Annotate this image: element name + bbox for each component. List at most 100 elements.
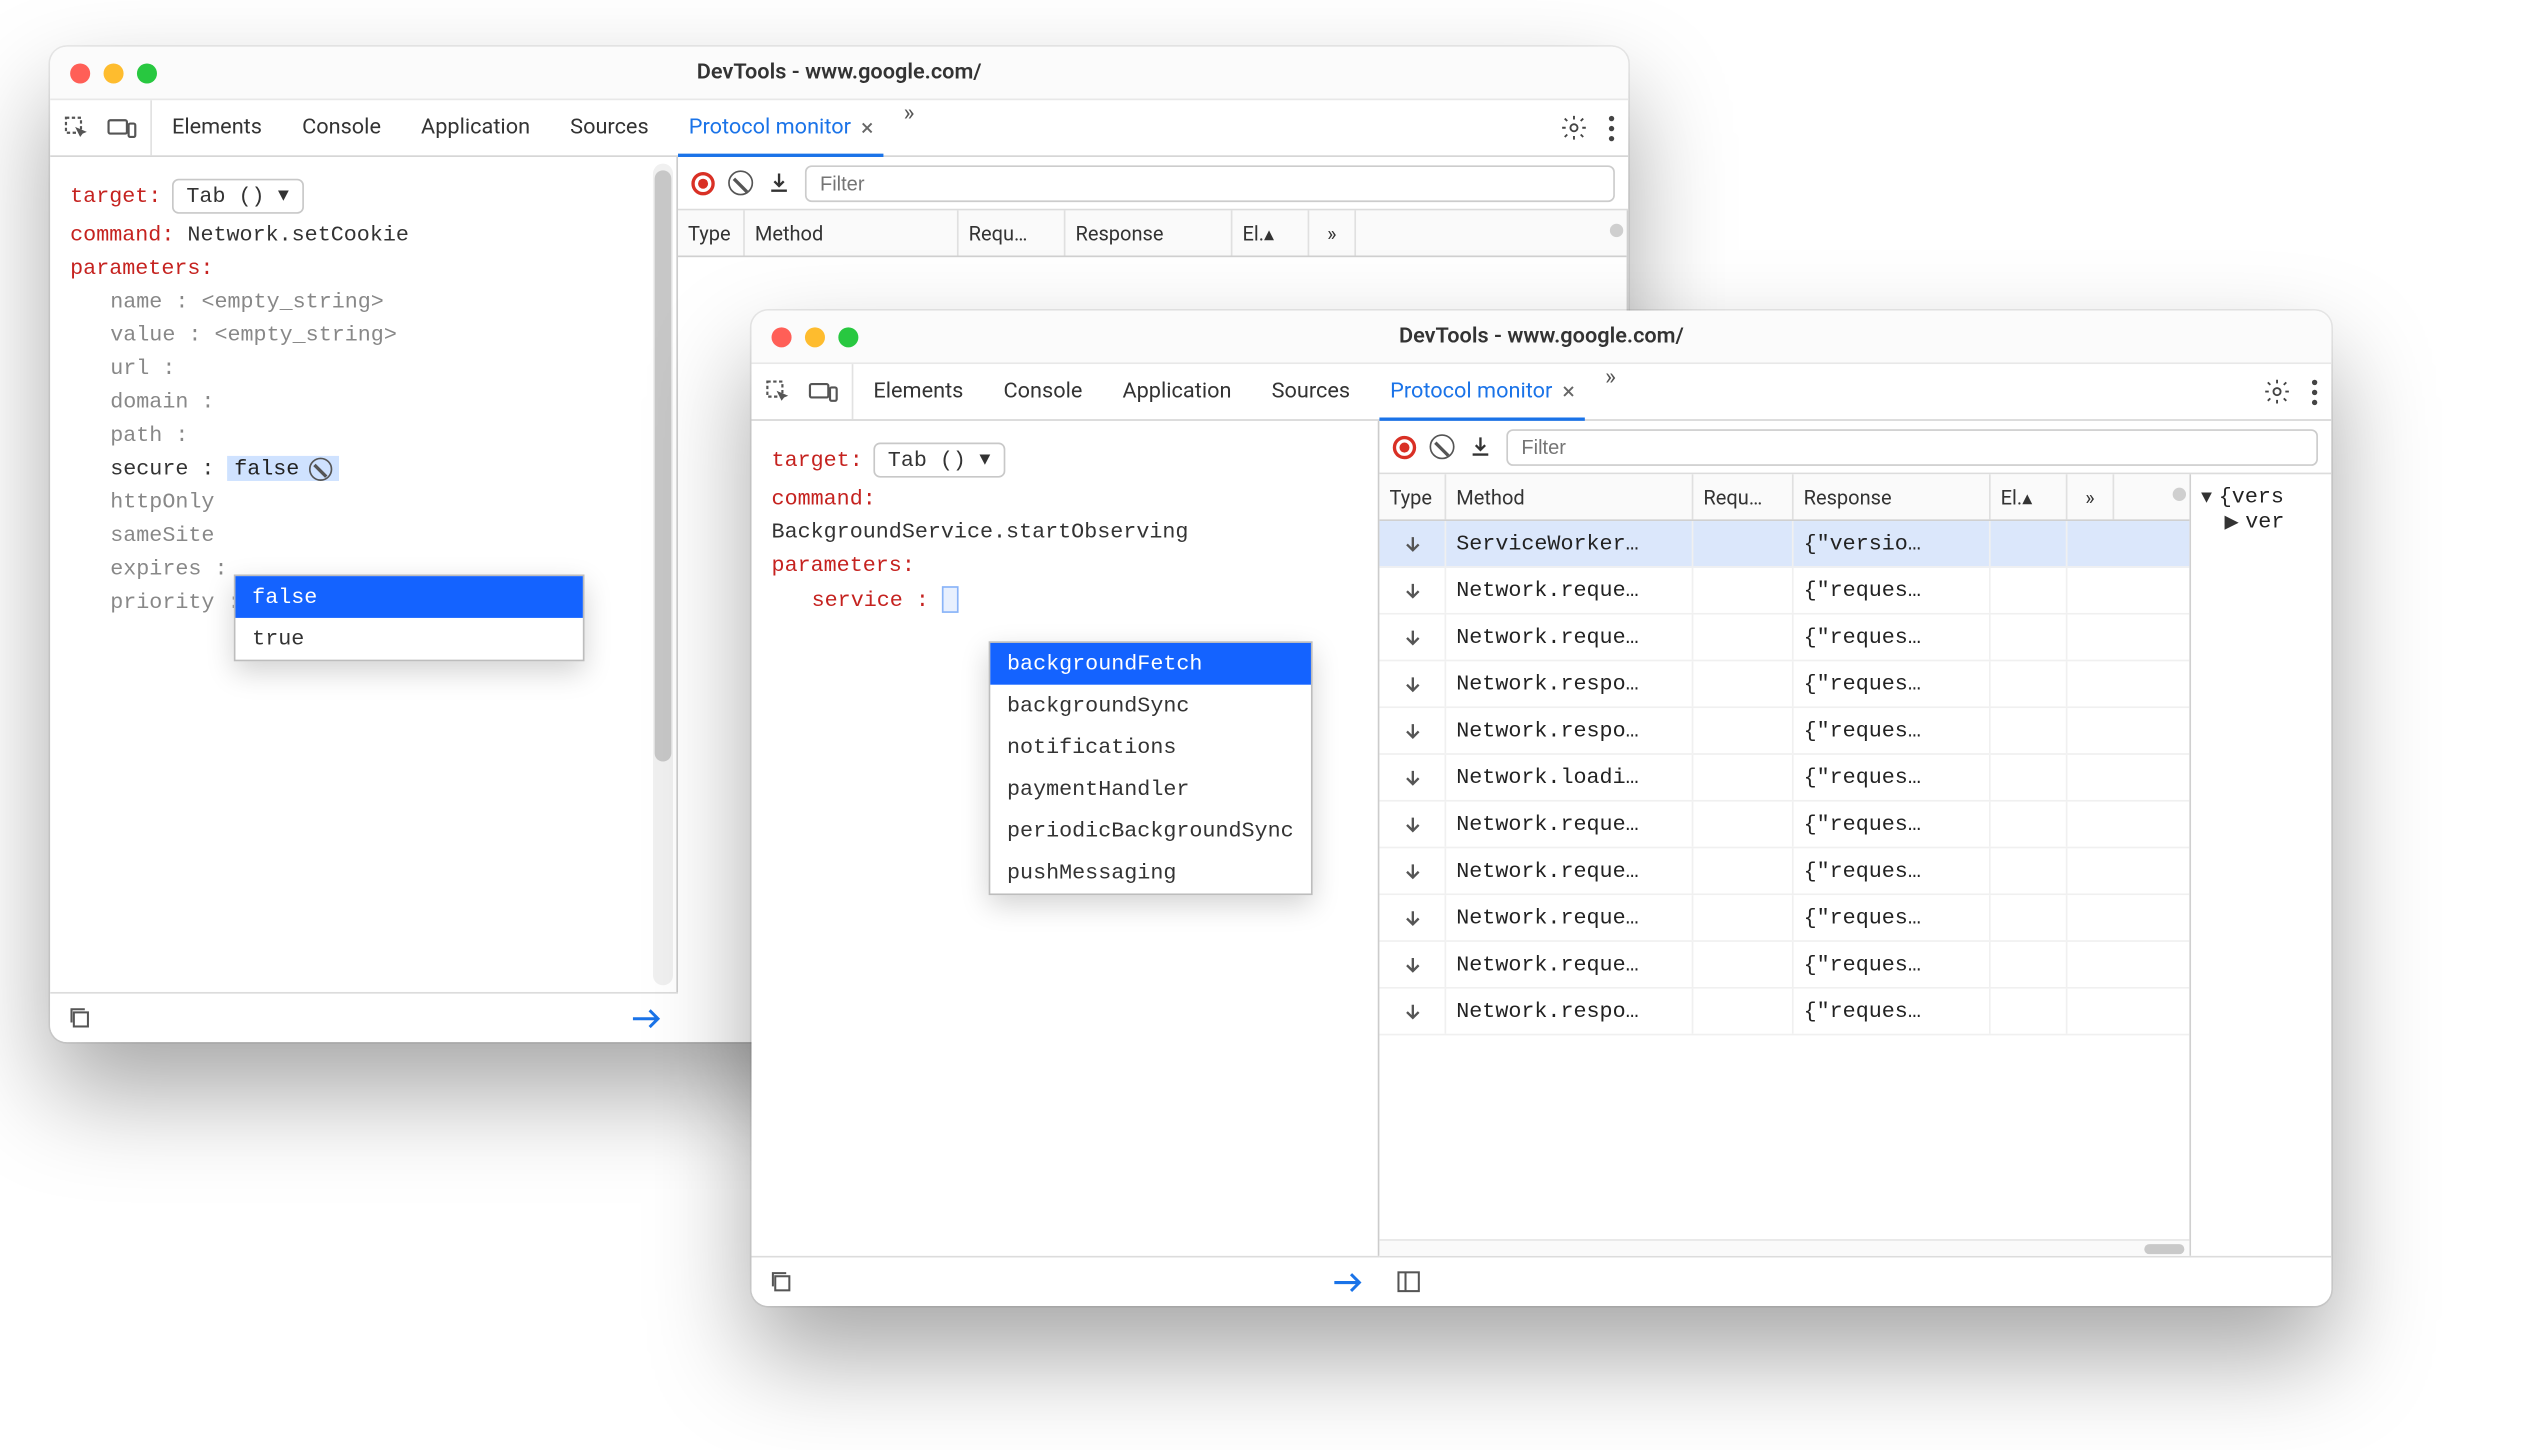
dropdown-option[interactable]: backgroundFetch (990, 643, 1310, 685)
table-row[interactable]: Network.reque…{"reques… (1379, 895, 2189, 942)
param-name[interactable]: name : <empty_string> (110, 289, 384, 314)
clear-button[interactable] (1430, 434, 1455, 459)
col-request[interactable]: Requ… (1693, 474, 1793, 519)
settings-icon[interactable] (2263, 377, 2291, 405)
param-service-input[interactable] (942, 586, 959, 613)
clear-button[interactable] (728, 170, 753, 195)
more-columns-button[interactable]: » (2067, 474, 2114, 519)
inspect-icon[interactable] (765, 378, 792, 405)
settings-icon[interactable] (1560, 114, 1588, 142)
dropdown-option[interactable]: false (235, 576, 582, 618)
col-elapsed[interactable]: El.▴ (1232, 210, 1309, 255)
clear-value-icon[interactable] (309, 457, 332, 480)
target-select[interactable]: Tab () ▼ (171, 179, 304, 214)
tab-sources[interactable]: Sources (1252, 364, 1371, 419)
dropdown-option[interactable]: notifications (990, 726, 1310, 768)
table-row[interactable]: Network.reque…{"reques… (1379, 848, 2189, 895)
tab-elements[interactable]: Elements (152, 100, 282, 155)
command-value[interactable]: Network.setCookie (187, 222, 408, 247)
cell-request (1693, 802, 1793, 847)
tree-child[interactable]: ▶ver (2201, 509, 2321, 534)
copy-icon[interactable] (67, 1005, 92, 1030)
device-mode-icon[interactable] (107, 116, 137, 139)
filter-input[interactable] (1506, 428, 2318, 465)
param-httponly[interactable]: httpOnly (110, 489, 214, 514)
col-type[interactable]: Type (678, 210, 745, 255)
copy-icon[interactable] (768, 1269, 793, 1294)
inspect-icon[interactable] (63, 114, 90, 141)
horizontal-scrollbar[interactable] (1379, 1239, 2189, 1256)
col-method[interactable]: Method (1446, 474, 1693, 519)
tab-protocol-monitor[interactable]: Protocol monitor × (669, 100, 894, 155)
send-icon[interactable] (631, 1005, 661, 1032)
tab-sources[interactable]: Sources (550, 100, 669, 155)
param-path[interactable]: path : (110, 423, 188, 448)
table-row[interactable]: Network.loadi…{"reques… (1379, 755, 2189, 802)
toggle-side-panel-icon[interactable] (1396, 1269, 1421, 1294)
command-value[interactable]: BackgroundService.startObserving (772, 519, 1189, 544)
param-priority[interactable]: priority : (110, 590, 240, 615)
dropdown-option[interactable]: pushMessaging (990, 852, 1310, 894)
col-response[interactable]: Response (1794, 474, 1991, 519)
param-domain[interactable]: domain : (110, 389, 214, 414)
save-icon[interactable] (1468, 434, 1493, 459)
tab-protocol-monitor[interactable]: Protocol monitor × (1370, 364, 1595, 419)
device-mode-icon[interactable] (808, 380, 838, 403)
close-window-button[interactable] (772, 326, 792, 346)
col-request[interactable]: Requ… (959, 210, 1066, 255)
tab-elements[interactable]: Elements (853, 364, 983, 419)
kebab-menu-icon[interactable] (1608, 114, 1615, 141)
table-row[interactable]: Network.reque…{"reques… (1379, 615, 2189, 662)
param-value[interactable]: value : <empty_string> (110, 322, 397, 347)
zoom-window-button[interactable] (838, 326, 858, 346)
log-table-header: Type Method Requ… Response El.▴ » (678, 210, 1627, 257)
table-row[interactable]: Network.respo…{"reques… (1379, 661, 2189, 708)
close-tab-icon[interactable]: × (861, 114, 873, 141)
cell-response: {"versio… (1794, 521, 1991, 566)
col-elapsed[interactable]: El.▴ (1991, 474, 2068, 519)
table-row[interactable]: Network.reque…{"reques… (1379, 802, 2189, 849)
dropdown-option[interactable]: paymentHandler (990, 768, 1310, 810)
filter-input[interactable] (805, 164, 1615, 201)
table-row[interactable]: ServiceWorker…{"versio… (1379, 521, 2189, 568)
col-type[interactable]: Type (1379, 474, 1446, 519)
minimize-window-button[interactable] (104, 63, 124, 83)
dropdown-option[interactable]: true (235, 618, 582, 660)
cell-method: Network.reque… (1446, 848, 1693, 893)
param-secure[interactable]: secure : false (70, 456, 660, 481)
scrollbar[interactable] (653, 164, 673, 986)
close-tab-icon[interactable]: × (1562, 378, 1574, 405)
table-row[interactable]: Network.respo…{"reques… (1379, 708, 2189, 755)
param-service[interactable]: service : (772, 586, 1362, 613)
close-window-button[interactable] (70, 63, 90, 83)
scrollbar-thumb[interactable] (655, 170, 672, 762)
scrollbar-thumb[interactable] (2144, 1244, 2184, 1254)
col-method[interactable]: Method (745, 210, 959, 255)
save-icon[interactable] (767, 170, 792, 195)
dropdown-option[interactable]: backgroundSync (990, 685, 1310, 727)
more-tabs-button[interactable]: » (1595, 364, 1626, 419)
param-url[interactable]: url : (110, 356, 175, 381)
kebab-menu-icon[interactable] (2311, 378, 2318, 405)
col-response[interactable]: Response (1065, 210, 1232, 255)
param-expires[interactable]: expires : (110, 556, 227, 581)
tab-console[interactable]: Console (282, 100, 401, 155)
param-secure-value[interactable]: false (228, 456, 340, 481)
tab-application[interactable]: Application (401, 100, 550, 155)
zoom-window-button[interactable] (137, 63, 157, 83)
minimize-window-button[interactable] (805, 326, 825, 346)
tree-root[interactable]: ▼{vers (2201, 484, 2321, 509)
tab-console[interactable]: Console (983, 364, 1102, 419)
more-columns-button[interactable]: » (1309, 210, 1356, 255)
table-row[interactable]: Network.reque…{"reques… (1379, 942, 2189, 989)
record-button[interactable] (1393, 435, 1416, 458)
target-select[interactable]: Tab () ▼ (873, 443, 1006, 478)
table-row[interactable]: Network.respo…{"reques… (1379, 989, 2189, 1036)
tab-application[interactable]: Application (1102, 364, 1251, 419)
table-row[interactable]: Network.reque…{"reques… (1379, 568, 2189, 615)
record-button[interactable] (691, 171, 714, 194)
send-icon[interactable] (1333, 1268, 1363, 1295)
more-tabs-button[interactable]: » (894, 100, 925, 155)
dropdown-option[interactable]: periodicBackgroundSync (990, 810, 1310, 852)
param-samesite[interactable]: sameSite (110, 523, 214, 548)
